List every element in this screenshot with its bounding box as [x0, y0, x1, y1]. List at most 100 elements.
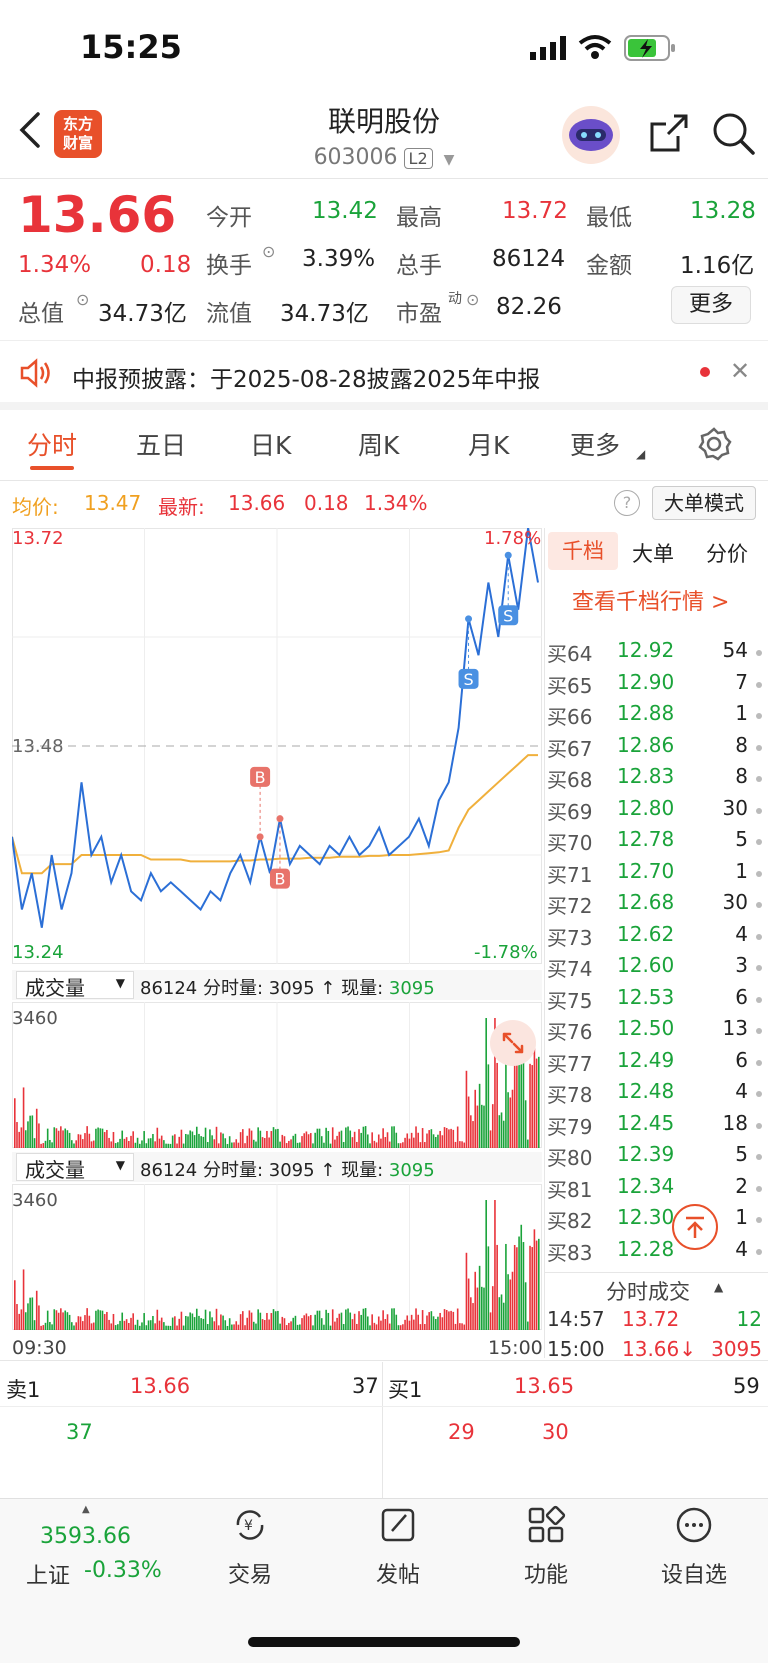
amount-label: 金额 — [586, 253, 632, 279]
volume-bar — [29, 1297, 31, 1330]
last-price: 13.66 — [18, 186, 177, 244]
buy1-label: 买1 — [388, 1378, 423, 1402]
volume-bar — [307, 1316, 310, 1330]
more-button[interactable]: 更多 — [671, 286, 751, 324]
turnover-info-icon[interactable]: ⊙ — [262, 242, 275, 261]
volume-bar — [292, 1317, 295, 1330]
volume-bar — [147, 1138, 150, 1148]
volume-bar — [364, 1126, 367, 1148]
volume-bar — [303, 1315, 306, 1330]
volume-bar — [156, 1127, 159, 1148]
dot-icon — [756, 681, 762, 688]
nav-post[interactable]: 发帖 — [338, 1505, 458, 1589]
volume-bar — [296, 1142, 299, 1148]
tab-week-k[interactable]: 周K — [358, 426, 399, 462]
volume-selector-1[interactable]: 成交量 ▼ — [16, 971, 134, 1000]
nav-function[interactable]: 功能 — [486, 1505, 606, 1589]
volume-bar — [474, 1089, 477, 1148]
volume-bar — [395, 1314, 398, 1330]
view-qiandang-link[interactable]: 查看千档行情 > — [572, 584, 729, 616]
volume-bar — [533, 1229, 536, 1330]
intraday-price-chart[interactable]: B B S S — [12, 528, 542, 964]
volume-bar — [252, 1321, 255, 1330]
volume-bar — [125, 1137, 128, 1148]
volume-bar — [347, 1126, 349, 1148]
depth-row: 买73 12.62 4 — [547, 922, 762, 953]
index-pct[interactable]: -0.33% — [84, 1558, 162, 1583]
volume-bar — [351, 1137, 354, 1148]
volume-bar — [421, 1128, 424, 1148]
side-tab-fenjia[interactable]: 分价 — [706, 538, 748, 568]
volume-bar — [134, 1142, 137, 1148]
scroll-top-icon[interactable] — [672, 1204, 718, 1250]
volume-bar — [68, 1314, 71, 1330]
volume-bar — [171, 1135, 174, 1148]
volume-bar — [81, 1321, 84, 1330]
side-tab-dadan[interactable]: 大单 — [632, 538, 674, 568]
volume-bar — [180, 1311, 183, 1330]
depth-qty: 18 — [722, 1110, 748, 1135]
depth-row: 买79 12.45 18 — [547, 1111, 762, 1142]
depth-label: 买81 — [547, 1177, 593, 1202]
volume-bar — [103, 1132, 106, 1148]
change-value: 0.18 — [140, 252, 192, 278]
volume-bar — [535, 1058, 538, 1148]
volume-bar — [450, 1310, 452, 1330]
depth-label: 买72 — [547, 894, 593, 918]
tab-5day[interactable]: 五日 — [136, 426, 186, 462]
volume-selector-2[interactable]: 成交量 ▼ — [16, 1153, 134, 1182]
tab-month-k[interactable]: 月K — [468, 426, 509, 462]
volume-bar — [426, 1133, 428, 1148]
volume-bar — [531, 1065, 534, 1148]
volume-bar — [388, 1323, 391, 1330]
volume-bar — [454, 1141, 457, 1148]
side-tab-qiandang[interactable]: 千档 — [548, 532, 618, 570]
volume-bar — [467, 1278, 470, 1330]
tab-more[interactable]: 更多 — [570, 426, 620, 462]
expand-icon[interactable] — [490, 1020, 536, 1066]
volume-bar — [228, 1136, 231, 1148]
depth-row: 买80 12.39 5 — [547, 1142, 762, 1173]
help-icon[interactable]: ? — [614, 490, 640, 516]
volume-bar — [123, 1320, 126, 1330]
volume-bar — [316, 1310, 319, 1330]
volume-bar — [90, 1323, 93, 1330]
pe-info-icon[interactable]: ⊙ — [466, 290, 479, 309]
share-icon[interactable] — [648, 112, 690, 158]
volume-bar — [445, 1127, 448, 1148]
settings-gear-icon[interactable] — [696, 426, 732, 466]
volume-bar — [224, 1138, 227, 1148]
close-icon[interactable]: ✕ — [730, 357, 750, 385]
big-order-mode-button[interactable]: 大单模式 — [652, 486, 756, 520]
volume-bar — [417, 1314, 420, 1330]
volume-bar — [213, 1139, 216, 1148]
index-value[interactable]: 3593.66 — [40, 1524, 131, 1549]
volume-bar — [64, 1310, 67, 1330]
index-name[interactable]: 上证 — [26, 1558, 70, 1590]
search-icon[interactable] — [712, 112, 756, 160]
ticks-title[interactable]: 分时成交 — [606, 1276, 690, 1306]
volume-bar — [274, 1129, 277, 1148]
last-change: 0.18 — [304, 491, 349, 515]
caret-up-icon: ▲ — [714, 1280, 724, 1294]
volume-bar — [178, 1318, 181, 1330]
volume-bar — [147, 1320, 150, 1330]
nav-trade[interactable]: ¥ 交易 — [190, 1505, 310, 1589]
volume-bar — [154, 1323, 156, 1330]
tab-fenshi[interactable]: 分时 — [27, 426, 77, 462]
robot-avatar-icon[interactable] — [562, 106, 620, 164]
volume-bar — [364, 1308, 367, 1330]
sell1-sub-qty: 37 — [66, 1420, 93, 1444]
tab-day-k[interactable]: 日K — [250, 426, 291, 462]
volume-bar — [257, 1127, 259, 1148]
volume-bar — [277, 1128, 279, 1148]
dot-icon — [756, 713, 762, 719]
volume-bar — [215, 1308, 218, 1330]
volume-bar — [217, 1143, 220, 1148]
volume-bar — [200, 1318, 202, 1330]
nav-add-watch[interactable]: 设自选 — [634, 1505, 754, 1589]
more-info-icon[interactable]: ⊙ — [76, 290, 89, 309]
tick-qty: 12 — [736, 1307, 762, 1331]
volume-bar — [303, 1133, 306, 1148]
volume-bar — [62, 1312, 64, 1330]
